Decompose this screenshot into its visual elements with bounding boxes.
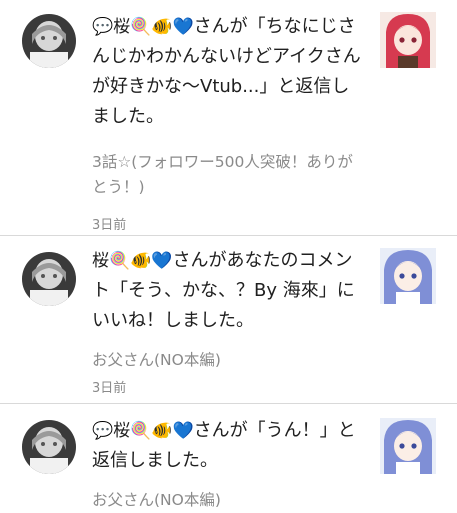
notification-message: 桜🍭🐠💙さんがあなたのコメント「そう、かな、？By 海來」にいいね！しました。 bbox=[92, 246, 364, 336]
work-title[interactable]: お父さん(NO本編) bbox=[92, 348, 364, 373]
notification-message: 💬桜🍭🐠💙さんが「ちなにじさんじかわかんないけどアイクさんが好きかな〜Vtub.… bbox=[92, 12, 364, 132]
character-thumbnail[interactable] bbox=[380, 418, 436, 474]
user-name[interactable]: 桜🍭🐠💙 bbox=[92, 251, 173, 271]
notification-item[interactable]: 💬桜🍭🐠💙さんが「ちなにじさんじかわかんないけどアイクさんが好きかな〜Vtub.… bbox=[0, 0, 457, 236]
user-avatar[interactable] bbox=[22, 14, 76, 68]
notification-content: 💬桜🍭🐠💙さんが「ちなにじさんじかわかんないけどアイクさんが好きかな〜Vtub.… bbox=[92, 12, 364, 233]
user-name[interactable]: 💬桜🍭🐠💙 bbox=[92, 421, 194, 441]
avatar-image bbox=[22, 252, 76, 306]
user-avatar[interactable] bbox=[22, 252, 76, 306]
avatar-image bbox=[22, 14, 76, 68]
notification-content: 桜🍭🐠💙さんがあなたのコメント「そう、かな、？By 海來」にいいね！しました。 … bbox=[92, 246, 364, 396]
notification-item[interactable]: 💬桜🍭🐠💙さんが「うん！」と返信しました。 お父さん(NO本編) bbox=[0, 404, 457, 512]
thumbnail-image bbox=[380, 12, 436, 68]
user-name[interactable]: 💬桜🍭🐠💙 bbox=[92, 17, 194, 37]
notification-item[interactable]: 桜🍭🐠💙さんがあなたのコメント「そう、かな、？By 海來」にいいね！しました。 … bbox=[0, 236, 457, 404]
work-title[interactable]: 3話☆(フォロワー500人突破！ありがとう！) bbox=[92, 150, 364, 200]
work-title[interactable]: お父さん(NO本編) bbox=[92, 488, 364, 513]
character-thumbnail[interactable] bbox=[380, 12, 436, 68]
notification-message: 💬桜🍭🐠💙さんが「うん！」と返信しました。 bbox=[92, 416, 364, 476]
timestamp: 3日前 bbox=[92, 218, 127, 233]
character-thumbnail[interactable] bbox=[380, 248, 436, 304]
thumbnail-image bbox=[380, 418, 436, 474]
notification-feed: 💬桜🍭🐠💙さんが「ちなにじさんじかわかんないけどアイクさんが好きかな〜Vtub.… bbox=[0, 0, 457, 512]
user-avatar[interactable] bbox=[22, 420, 76, 474]
timestamp: 3日前 bbox=[92, 381, 127, 396]
avatar-image bbox=[22, 420, 76, 474]
notification-content: 💬桜🍭🐠💙さんが「うん！」と返信しました。 お父さん(NO本編) bbox=[92, 416, 364, 513]
thumbnail-image bbox=[380, 248, 436, 304]
